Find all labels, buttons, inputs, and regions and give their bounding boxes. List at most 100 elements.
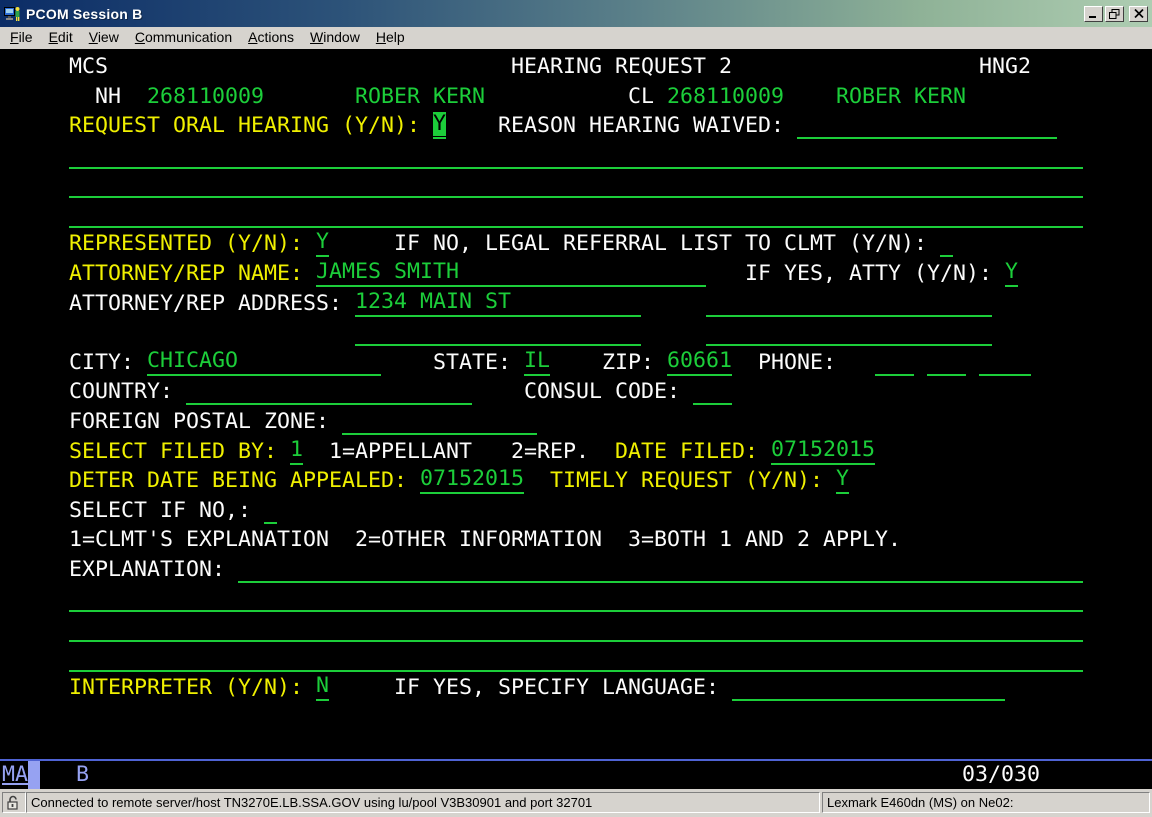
waiver-reason-line-2[interactable]	[69, 170, 1083, 198]
terminal-label: REQUEST ORAL HEARING (Y/N):	[69, 111, 420, 141]
oia-status-row: MA B 03/030	[0, 761, 1152, 789]
explanation-line-3[interactable]	[69, 614, 1083, 642]
menu-bar: FileEditViewCommunicationActionsWindowHe…	[0, 27, 1152, 49]
status-bar: Connected to remote server/host TN3270E.…	[0, 789, 1152, 817]
terminal-label: CONSUL CODE:	[524, 377, 680, 407]
terminal-screen: MCSHEARING REQUEST 2HNG2NH268110009ROBER…	[0, 49, 1152, 759]
terminal-label: SELECT IF NO,:	[69, 496, 251, 526]
foreign-postal-zone-field[interactable]	[342, 407, 537, 435]
terminal-label: 1=APPELLANT 2=REP.	[329, 437, 589, 467]
consul-code-field[interactable]	[693, 377, 732, 405]
menu-window[interactable]: Window	[302, 28, 368, 47]
state-field[interactable]: IL	[524, 348, 550, 376]
terminal-row: 1=CLMT'S EXPLANATION 2=OTHER INFORMATION…	[0, 525, 1152, 555]
terminal-label: REPRESENTED (Y/N):	[69, 229, 303, 259]
terminal-row	[0, 200, 1152, 230]
terminal-row: COUNTRY: CONSUL CODE:	[0, 377, 1152, 407]
phone-prefix-field[interactable]	[927, 348, 966, 376]
title-bar: PCOM Session B	[0, 0, 1152, 27]
terminal-row	[0, 318, 1152, 348]
terminal-row: INTERPRETER (Y/N): N IF YES, SPECIFY LANGU…	[0, 673, 1152, 703]
terminal-label: IF YES, SPECIFY LANGUAGE:	[394, 673, 719, 703]
waiver-reason-line-1[interactable]	[69, 141, 1083, 169]
terminal-row	[0, 644, 1152, 674]
connection-lock-panel	[2, 792, 26, 813]
terminal-label: CITY:	[69, 348, 134, 378]
restore-button[interactable]	[1105, 6, 1124, 22]
terminal-row	[0, 584, 1152, 614]
city-field[interactable]: CHICAGO	[147, 348, 381, 376]
minimize-button[interactable]	[1084, 6, 1103, 22]
waiver-reason-line-3[interactable]	[69, 200, 1083, 228]
menu-file[interactable]: File	[2, 28, 41, 47]
pcomm-window: PCOM Session B FileEditViewCommunication…	[0, 0, 1152, 816]
explanation-line-1[interactable]	[238, 555, 1083, 583]
terminal-row: REQUEST ORAL HEARING (Y/N):YREASON HEARI…	[0, 111, 1152, 141]
close-button[interactable]	[1129, 6, 1148, 22]
terminal-label: 268110009	[147, 82, 264, 112]
terminal-label: HEARING REQUEST 2	[511, 52, 732, 82]
request-oral-hearing-field[interactable]: Y	[433, 111, 446, 139]
menu-help[interactable]: Help	[368, 28, 413, 47]
terminal-label: IF NO, LEGAL REFERRAL LIST TO CLMT (Y/N)…	[394, 229, 927, 259]
terminal-label: ATTORNEY/REP NAME:	[69, 259, 303, 289]
terminal-label: INTERPRETER (Y/N):	[69, 673, 303, 703]
zip-field[interactable]: 60661	[667, 348, 732, 376]
filed-by-field[interactable]: 1	[290, 437, 303, 465]
terminal-label: EXPLANATION:	[69, 555, 225, 585]
menu-communication[interactable]: Communication	[127, 28, 240, 47]
oia-system-available-indicator: MA	[2, 761, 28, 789]
terminal-label: ROBER KERN	[355, 82, 485, 112]
oia-cursor-block	[28, 761, 40, 789]
explanation-line-2[interactable]	[69, 584, 1083, 612]
terminal-row: EXPLANATION:	[0, 555, 1152, 585]
terminal-label: HNG2	[979, 52, 1031, 82]
attorney-address-line-3[interactable]	[355, 318, 641, 346]
legal-referral-list-field[interactable]	[940, 229, 953, 257]
deter-date-field[interactable]: 07152015	[420, 466, 524, 494]
interpreter-field[interactable]: N	[316, 673, 329, 701]
terminal-row	[0, 141, 1152, 171]
terminal-row: SELECT IF NO,:	[0, 496, 1152, 526]
terminal-row: DETER DATE BEING APPEALED:07152015TIMELY…	[0, 466, 1152, 496]
menu-view[interactable]: View	[81, 28, 127, 47]
terminal-label: DETER DATE BEING APPEALED:	[69, 466, 407, 496]
terminal-label: ATTORNEY/REP ADDRESS:	[69, 289, 342, 319]
terminal-row	[0, 614, 1152, 644]
explanation-line-4[interactable]	[69, 644, 1083, 672]
terminal-row: ATTORNEY/REP NAME: JAMES SMITH IF YES, ATT…	[0, 259, 1152, 289]
select-if-no-field[interactable]	[264, 496, 277, 524]
timely-request-field[interactable]: Y	[836, 466, 849, 494]
oia-session-id: B	[76, 761, 89, 789]
terminal-label: FOREIGN POSTAL ZONE:	[69, 407, 329, 437]
terminal-label: COUNTRY:	[69, 377, 173, 407]
date-filed-field[interactable]: 07152015	[771, 437, 875, 465]
attorney-rep-name-field[interactable]: JAMES SMITH	[316, 259, 706, 287]
terminal-row: NH268110009ROBER KERNCL268110009ROBER KE…	[0, 82, 1152, 112]
specify-language-field[interactable]	[732, 673, 1005, 701]
menu-actions[interactable]: Actions	[240, 28, 302, 47]
terminal-row	[0, 170, 1152, 200]
terminal-label: 268110009	[667, 82, 784, 112]
attorney-address-line-4[interactable]	[706, 318, 992, 346]
terminal-label: IF YES, ATTY (Y/N):	[745, 259, 992, 289]
menu-edit[interactable]: Edit	[41, 28, 81, 47]
reason-hearing-waived-field[interactable]	[797, 111, 1057, 139]
terminal-row: CITY:CHICAGOSTATE:ILZIP:60661PHONE:	[0, 348, 1152, 378]
atty-field[interactable]: Y	[1005, 259, 1018, 287]
terminal-row: ATTORNEY/REP ADDRESS: 1234 MAIN ST	[0, 289, 1152, 319]
phone-area-field[interactable]	[875, 348, 914, 376]
app-icon	[4, 5, 22, 23]
printer-status: Lexmark E460dn (MS) on Ne02:	[822, 792, 1150, 813]
window-title: PCOM Session B	[26, 6, 1082, 22]
terminal-row: MCS HEARING REQUEST 2 HNG2	[0, 52, 1152, 82]
country-field[interactable]	[186, 377, 472, 405]
attorney-address-line-1[interactable]: 1234 MAIN ST	[355, 289, 641, 317]
terminal-label: MCS	[69, 52, 108, 82]
represented-field[interactable]: Y	[316, 229, 329, 257]
attorney-address-line-2[interactable]	[706, 289, 992, 317]
cursor-position-indicator: 03/030	[962, 761, 1040, 789]
terminal-row: REPRESENTED (Y/N): Y IF NO, LEGAL REFERRAL…	[0, 229, 1152, 259]
connection-status-message: Connected to remote server/host TN3270E.…	[26, 792, 820, 813]
phone-line-field[interactable]	[979, 348, 1031, 376]
